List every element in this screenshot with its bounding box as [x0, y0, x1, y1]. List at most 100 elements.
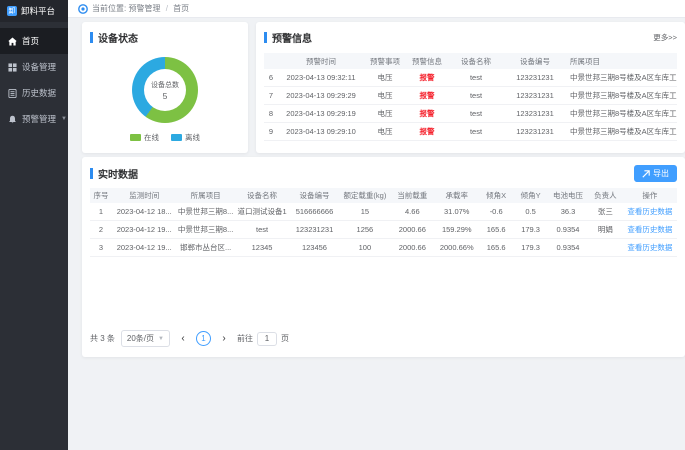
breadcrumb-separator: /	[166, 4, 168, 13]
title-accent-bar	[90, 168, 93, 179]
export-label: 导出	[653, 168, 669, 179]
realtime-data-card: 实时数据 导出 序号 监测时间 所属项目 设备名称 设备编号 额定载重(kg) …	[82, 157, 685, 357]
device-status-card: 设备状态 设备总数 5 在线 离线	[82, 22, 248, 153]
breadcrumb-section[interactable]: 预警管理	[128, 4, 160, 13]
goto-prefix: 前往	[237, 333, 253, 344]
col-project: 所属项目	[566, 56, 677, 67]
col-warning-time: 预警时间	[278, 56, 364, 67]
sidebar-item-history[interactable]: 历史数据	[0, 80, 68, 106]
breadcrumb-page[interactable]: 首页	[173, 4, 189, 13]
col-device-name: 设备名称	[235, 190, 289, 201]
sidebar-item-home[interactable]: 首页	[0, 28, 68, 54]
col-device-name: 设备名称	[448, 56, 504, 67]
alarm-badge: 报警	[406, 108, 448, 119]
realtime-header: 实时数据 导出	[82, 157, 685, 186]
donut-center: 设备总数 5	[144, 69, 186, 111]
breadcrumb: 当前位置: 预警管理 / 首页	[92, 3, 189, 14]
chevron-down-icon: ▼	[158, 336, 164, 342]
history-doc-icon	[8, 89, 17, 98]
col-device-code: 设备编号	[504, 56, 566, 67]
realtime-table: 序号 监测时间 所属项目 设备名称 设备编号 额定载重(kg) 当前载重 承载率…	[90, 188, 677, 257]
app-logo: 卸 卸料平台	[0, 0, 68, 22]
device-status-header: 设备状态	[82, 22, 248, 49]
legend-item-online: 在线	[130, 132, 159, 143]
warning-info-card: 预警信息 更多>> 预警时间 预警事项 预警信息 设备名称 设备编号 所属项目 …	[256, 22, 685, 153]
legend-swatch-offline	[171, 134, 182, 141]
warning-table: 预警时间 预警事项 预警信息 设备名称 设备编号 所属项目 6 2023-04-…	[264, 53, 677, 141]
page-size-value: 20条/页	[127, 333, 154, 344]
legend-label-offline: 离线	[185, 132, 200, 143]
warning-info-header: 预警信息 更多>>	[256, 22, 685, 49]
col-battery: 电池电压	[548, 190, 588, 201]
device-status-title: 设备状态	[98, 30, 138, 45]
warning-table-row: 9 2023-04-13 09:29:10 电压 报警 test 1232312…	[264, 123, 677, 141]
prev-page-button[interactable]: ‹	[176, 332, 190, 346]
legend-item-offline: 离线	[171, 132, 200, 143]
app-title: 卸料平台	[21, 5, 55, 17]
view-history-link[interactable]: 查看历史数据	[623, 206, 677, 217]
warning-table-header: 预警时间 预警事项 预警信息 设备名称 设备编号 所属项目	[264, 53, 677, 69]
realtime-table-row: 2 2023-04-12 19... 中景世邦三期8... test 12323…	[90, 221, 677, 239]
sidebar-item-warnings[interactable]: 预警管理 ▼	[0, 106, 68, 132]
col-actions: 操作	[623, 190, 677, 201]
col-load-rate: 承载率	[435, 190, 479, 201]
breadcrumb-prefix: 当前位置:	[92, 4, 126, 13]
col-index: 序号	[90, 190, 112, 201]
alarm-badge: 报警	[406, 90, 448, 101]
col-rated-load: 额定载重(kg)	[340, 190, 390, 201]
legend-swatch-online	[130, 134, 141, 141]
sidebar-item-label: 首页	[22, 35, 39, 47]
legend-label-online: 在线	[144, 132, 159, 143]
alarm-badge: 报警	[406, 72, 448, 83]
warning-info-title: 预警信息	[272, 30, 312, 45]
goto-page: 前往 页	[237, 332, 289, 346]
col-owner: 负责人	[588, 190, 622, 201]
sidebar: 卸 卸料平台 首页 设备管理 历史数据 预警管理 ▼	[0, 0, 68, 450]
realtime-title: 实时数据	[98, 166, 138, 181]
sidebar-menu: 首页 设备管理 历史数据 预警管理 ▼	[0, 22, 68, 132]
warning-table-row: 8 2023-04-13 09:29:19 电压 报警 test 1232312…	[264, 105, 677, 123]
realtime-table-row: 3 2023-04-12 19... 邯郸市丛台区... 12345 12345…	[90, 239, 677, 257]
goto-suffix: 页	[281, 333, 289, 344]
device-donut: 设备总数 5	[132, 57, 198, 123]
col-warning-info: 预警信息	[406, 56, 448, 67]
title-accent-bar	[90, 32, 93, 43]
col-warning-item: 预警事项	[364, 56, 406, 67]
pagination-total: 共 3 条	[90, 333, 115, 344]
home-icon	[8, 37, 17, 46]
export-button[interactable]: 导出	[634, 165, 677, 182]
current-page-button[interactable]: 1	[196, 331, 211, 346]
device-grid-icon	[8, 63, 17, 72]
title-accent-bar	[264, 32, 267, 43]
chevron-down-icon: ▼	[61, 116, 67, 122]
topbar: 当前位置: 预警管理 / 首页	[68, 0, 685, 18]
export-icon	[642, 170, 650, 178]
device-status-chart: 设备总数 5 在线 离线	[82, 49, 248, 143]
logo-icon: 卸	[7, 6, 17, 16]
view-history-link[interactable]: 查看历史数据	[623, 224, 677, 235]
donut-center-label: 设备总数	[151, 80, 179, 90]
chart-legend: 在线 离线	[130, 132, 200, 143]
alarm-badge: 报警	[406, 126, 448, 137]
sidebar-item-devices[interactable]: 设备管理	[0, 54, 68, 80]
alarm-bell-icon	[8, 115, 17, 124]
col-tilt-y: 倾角Y	[513, 190, 547, 201]
warning-table-row: 6 2023-04-13 09:32:11 电压 报警 test 1232312…	[264, 69, 677, 87]
col-device-code: 设备编号	[289, 190, 339, 201]
view-history-link[interactable]: 查看历史数据	[623, 242, 677, 253]
col-monitor-time: 监测时间	[112, 190, 176, 201]
sidebar-item-label: 预警管理	[22, 113, 56, 125]
warning-table-row: 7 2023-04-13 09:29:29 电压 报警 test 1232312…	[264, 87, 677, 105]
sidebar-item-label: 设备管理	[22, 61, 56, 73]
page-size-select[interactable]: 20条/页 ▼	[121, 330, 170, 347]
next-page-button[interactable]: ›	[217, 332, 231, 346]
col-project: 所属项目	[176, 190, 234, 201]
pagination: 共 3 条 20条/页 ▼ ‹ 1 › 前往 页	[90, 330, 289, 347]
realtime-table-row: 1 2023-04-12 18... 中景世邦三期8... 道口测试设备1 51…	[90, 203, 677, 221]
sidebar-item-label: 历史数据	[22, 87, 56, 99]
warning-more-link[interactable]: 更多>>	[653, 32, 677, 43]
goto-page-input[interactable]	[257, 332, 277, 346]
location-icon	[78, 4, 88, 14]
donut-center-value: 5	[163, 91, 168, 101]
col-current-load: 当前载重	[390, 190, 434, 201]
